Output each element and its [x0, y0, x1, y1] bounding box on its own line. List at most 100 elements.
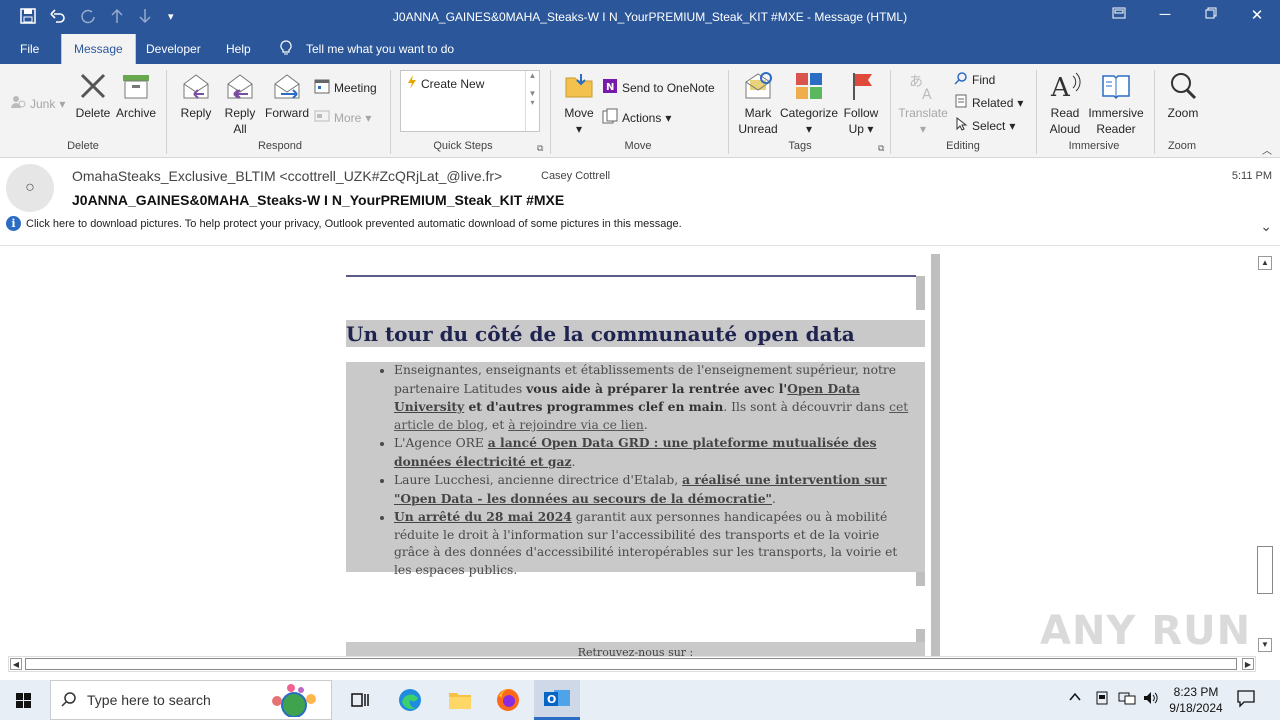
ribbon-separator — [890, 70, 891, 154]
quick-steps-scroll[interactable]: ▲ ▼ ▾ — [525, 71, 539, 131]
side-strip — [916, 629, 925, 643]
group-move-label: Move — [624, 140, 652, 152]
network-icon[interactable] — [1118, 690, 1138, 718]
chevron-up-icon[interactable] — [1068, 690, 1088, 718]
download-pictures-infobar[interactable]: i Click here to download pictures. To he… — [6, 216, 682, 231]
svg-text:O: O — [547, 693, 556, 706]
meeting-button[interactable]: Meeting — [314, 78, 377, 97]
maximize-icon[interactable] — [1188, 6, 1234, 23]
horizontal-scrollbar[interactable]: ◀ ▶ — [8, 656, 1256, 672]
more-icon — [314, 108, 330, 127]
related-button[interactable]: Related ▾ — [954, 94, 1023, 111]
message-body: Un tour du côté de la communauté open da… — [0, 246, 1256, 656]
move-button[interactable]: Move ▾ — [560, 70, 598, 137]
tell-me-input[interactable]: Tell me what you want to do — [306, 42, 454, 56]
related-icon — [954, 94, 968, 111]
scroll-up-arrow-icon[interactable]: ▲ — [1258, 256, 1272, 270]
menu-file[interactable]: File — [20, 42, 39, 56]
undo-icon[interactable] — [50, 8, 66, 28]
immersive-reader-button[interactable]: Immersive Reader — [1086, 70, 1146, 137]
tags-launcher-icon[interactable]: ⧉ — [878, 143, 884, 154]
reply-button[interactable]: Reply — [176, 70, 216, 121]
more-respond-button[interactable]: More ▾ — [314, 108, 371, 127]
notification-icon[interactable] — [1236, 688, 1260, 716]
arrete-link[interactable]: Un arrêté du 28 mai 2024 — [394, 509, 572, 524]
taskbar-search-box[interactable]: Type here to search — [50, 680, 332, 720]
menu-help[interactable]: Help — [226, 42, 251, 56]
vertical-scroll-thumb[interactable] — [1257, 546, 1273, 594]
scroll-left-arrow-icon[interactable]: ◀ — [10, 658, 22, 670]
collapse-ribbon-icon[interactable]: ︿ — [1262, 142, 1272, 157]
menu-message[interactable]: Message — [61, 34, 136, 64]
lightbulb-icon — [280, 40, 292, 59]
join-link[interactable]: à rejoindre via ce lien — [508, 418, 644, 432]
reply-all-button[interactable]: Reply All — [220, 70, 260, 137]
redo-icon[interactable] — [80, 8, 96, 28]
vertical-scrollbar[interactable]: ▲ ▼ — [1256, 254, 1274, 654]
outlook-taskbar-icon[interactable]: O — [534, 680, 580, 720]
group-delete-label: Delete — [67, 140, 99, 152]
junk-button[interactable]: Junk ▾ — [10, 94, 65, 113]
group-zoom-label: Zoom — [1167, 140, 1197, 152]
ribbon-separator — [550, 70, 551, 154]
reply-icon — [180, 70, 212, 102]
junk-icon — [10, 94, 26, 113]
categorize-icon — [793, 70, 825, 102]
customize-qat-icon[interactable]: ▾ — [168, 10, 174, 23]
save-icon[interactable] — [20, 8, 36, 28]
firefox-icon[interactable] — [494, 686, 524, 714]
find-button[interactable]: Find — [954, 71, 995, 88]
forward-button[interactable]: Forward — [264, 70, 310, 121]
ribbon-separator — [1154, 70, 1155, 154]
read-aloud-button[interactable]: A Read Aloud — [1044, 70, 1086, 137]
sender-address[interactable]: OmahaSteaks_Exclusive_BLTIM <ccottrell_U… — [72, 168, 502, 184]
windows-start-icon[interactable] — [10, 686, 40, 714]
translate-button[interactable]: あA Translate ▾ — [898, 70, 948, 137]
divider-line — [346, 275, 916, 277]
ribbon-display-options-icon[interactable] — [1096, 6, 1142, 23]
taskbar-clock[interactable]: 8:23 PM 9/18/2024 — [1166, 684, 1226, 716]
anyrun-watermark: ANY RUN — [1040, 608, 1252, 654]
quick-steps-gallery: Create New ▲ ▼ ▾ — [400, 70, 540, 132]
find-icon — [954, 71, 968, 88]
delete-button[interactable]: Delete — [74, 70, 112, 121]
task-view-icon[interactable] — [346, 686, 376, 714]
mark-unread-button[interactable]: Mark Unread — [736, 70, 780, 137]
volume-icon[interactable] — [1142, 690, 1162, 718]
move-folder-icon — [563, 70, 595, 102]
horizontal-scroll-thumb[interactable] — [25, 658, 1237, 670]
window-title: J0ANNA_GAINES&0MAHA_Steaks-W I N_YourPRE… — [392, 10, 908, 24]
chevron-down-icon[interactable]: ⌄ — [1260, 218, 1272, 235]
flag-icon — [845, 70, 877, 102]
down-arrow-icon[interactable] — [138, 8, 152, 28]
ribbon-separator — [166, 70, 167, 154]
list-item: L'Agence ORE a lancé Open Data GRD : une… — [394, 434, 915, 471]
up-arrow-icon[interactable] — [110, 8, 124, 28]
archive-button[interactable]: Archive — [114, 70, 158, 121]
translate-icon: あA — [907, 70, 939, 103]
scroll-down-arrow-icon[interactable]: ▼ — [1258, 638, 1272, 652]
meeting-icon — [314, 78, 330, 97]
network-device-icon[interactable] — [1094, 690, 1114, 718]
close-icon[interactable]: ✕ — [1234, 6, 1280, 24]
recipient[interactable]: Casey Cottrell — [541, 170, 610, 182]
svg-text:N: N — [606, 82, 614, 93]
quick-steps-launcher-icon[interactable]: ⧉ — [537, 143, 543, 154]
categorize-button[interactable]: Categorize ▾ — [780, 70, 838, 137]
send-to-onenote-button[interactable]: N Send to OneNote — [602, 78, 715, 97]
menu-developer[interactable]: Developer — [146, 42, 201, 56]
zoom-button[interactable]: Zoom — [1162, 70, 1204, 121]
file-explorer-icon[interactable] — [446, 686, 476, 714]
actions-button[interactable]: Actions ▾ — [602, 108, 671, 127]
edge-browser-icon[interactable] — [396, 686, 426, 714]
create-new-quick-step[interactable]: Create New — [407, 75, 484, 92]
taskbar: Type here to search O 8:23 PM 9/18/2024 — [0, 680, 1280, 720]
group-immersive-label: Immersive — [1068, 140, 1120, 152]
select-button[interactable]: Select ▾ — [954, 116, 1015, 134]
delete-icon — [77, 70, 109, 102]
list-item: Un arrêté du 28 mai 2024 garantit aux pe… — [394, 508, 915, 579]
forward-icon — [271, 70, 303, 102]
follow-up-button[interactable]: Follow Up ▾ — [840, 70, 882, 137]
scroll-right-arrow-icon[interactable]: ▶ — [1242, 658, 1254, 670]
minimize-icon[interactable]: ─ — [1142, 6, 1188, 23]
